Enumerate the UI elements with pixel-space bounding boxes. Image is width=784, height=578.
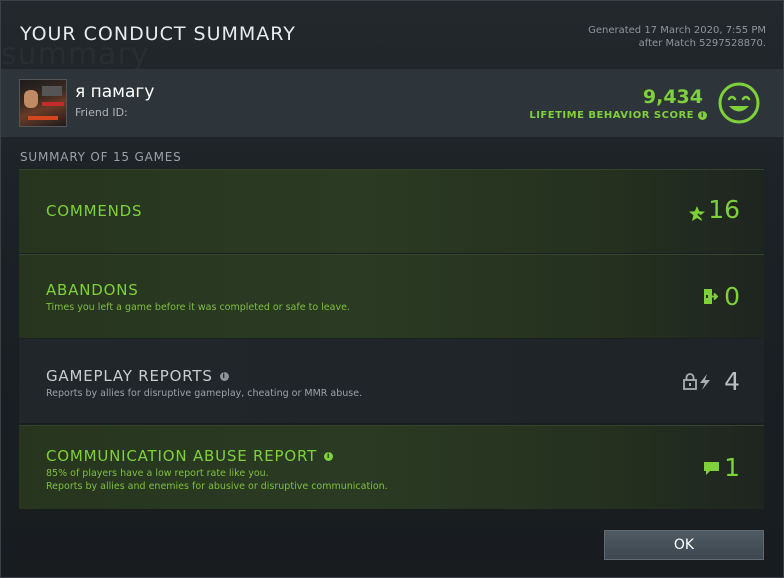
- stat-description: Reports by allies for disruptive gamepla…: [46, 388, 363, 399]
- stat-description: Times you left a game before it was comp…: [46, 302, 350, 313]
- stat-value: 0: [724, 282, 740, 311]
- behavior-score-label: LIFETIME BEHAVIOR SCORE: [529, 110, 694, 121]
- generated-info: Generated 17 March 2020, 7:55 PM after M…: [506, 24, 766, 50]
- stat-title-row: COMMUNICATION ABUSE REPORT i: [46, 447, 334, 465]
- summary-header: SUMMARY OF 15 GAMES: [20, 150, 182, 164]
- stat-value: 4: [724, 367, 740, 396]
- stat-title: COMMENDS: [46, 202, 143, 220]
- stat-row-abandons: ABANDONS Times you left a game before it…: [19, 254, 764, 338]
- stat-title: ABANDONS: [46, 281, 139, 299]
- info-icon[interactable]: i: [324, 452, 334, 461]
- generated-date: Generated 17 March 2020, 7:55 PM: [588, 25, 766, 36]
- star-icon: [689, 206, 705, 221]
- behavior-score-label-row: LIFETIME BEHAVIOR SCORE i: [529, 110, 707, 121]
- generated-match: after Match 5297528870.: [638, 38, 766, 49]
- stat-row-commends: COMMENDS 16: [19, 169, 764, 253]
- stat-description-line: Reports by allies and enemies for abusiv…: [46, 481, 388, 492]
- stat-value: 16: [708, 195, 740, 224]
- dialog-title: YOUR CONDUCT SUMMARY: [20, 23, 296, 45]
- stat-value: 1: [724, 453, 740, 482]
- info-icon[interactable]: i: [698, 110, 707, 120]
- info-icon[interactable]: i: [219, 372, 229, 381]
- profile-bar: я памагу Friend ID: 9,434 LIFETIME BEHAV…: [1, 69, 783, 137]
- stat-title: GAMEPLAY REPORTS: [46, 367, 213, 385]
- smile-face-icon: [718, 82, 760, 124]
- friend-id-label: Friend ID:: [75, 106, 128, 119]
- behavior-score-value: 9,434: [642, 86, 703, 108]
- conduct-summary-dialog: summary YOUR CONDUCT SUMMARY Generated 1…: [0, 0, 784, 578]
- stat-row-gameplay-reports: GAMEPLAY REPORTS i Reports by allies for …: [19, 339, 764, 423]
- stat-description: 85% of players have a low report rate li…: [46, 467, 388, 493]
- username[interactable]: я памагу: [75, 82, 154, 102]
- ok-button[interactable]: OK: [604, 530, 764, 560]
- stat-title-row: GAMEPLAY REPORTS i: [46, 367, 229, 385]
- stat-row-communication-abuse: COMMUNICATION ABUSE REPORT i 85% of playe…: [19, 425, 764, 509]
- stat-description-line: 85% of players have a low report rate li…: [46, 468, 269, 479]
- exit-door-icon: [704, 289, 718, 304]
- lock-lightning-icon: [683, 373, 710, 390]
- avatar[interactable]: [19, 79, 67, 127]
- stat-title: COMMUNICATION ABUSE REPORT: [46, 447, 318, 465]
- chat-bubble-icon: [704, 462, 719, 475]
